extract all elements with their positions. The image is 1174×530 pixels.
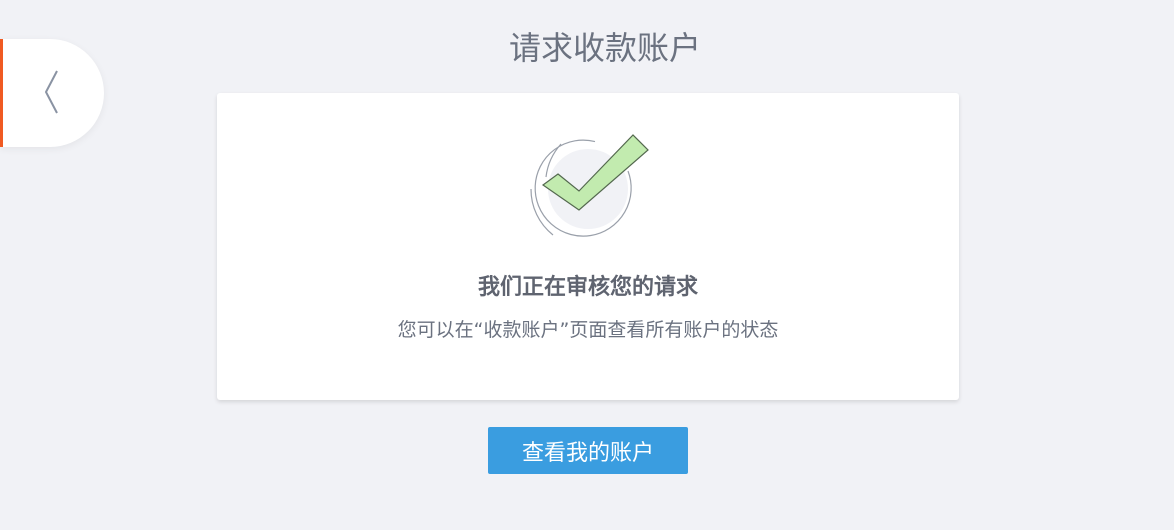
view-my-accounts-button[interactable]: 查看我的账户 [488,427,688,474]
page: 请求收款账户 我们正在审核您的请求 您可以在“收款账户”页面查看所有账户的状态 … [0,0,1174,530]
card-heading: 我们正在审核您的请求 [477,275,698,300]
chevron-left-icon [45,70,58,114]
status-card: 我们正在审核您的请求 您可以在“收款账户”页面查看所有账户的状态 [217,93,959,400]
checkmark-icon [530,134,649,237]
page-title: 请求收款账户 [508,29,701,67]
card-subtext: 您可以在“收款账户”页面查看所有账户的状态 [397,319,779,341]
